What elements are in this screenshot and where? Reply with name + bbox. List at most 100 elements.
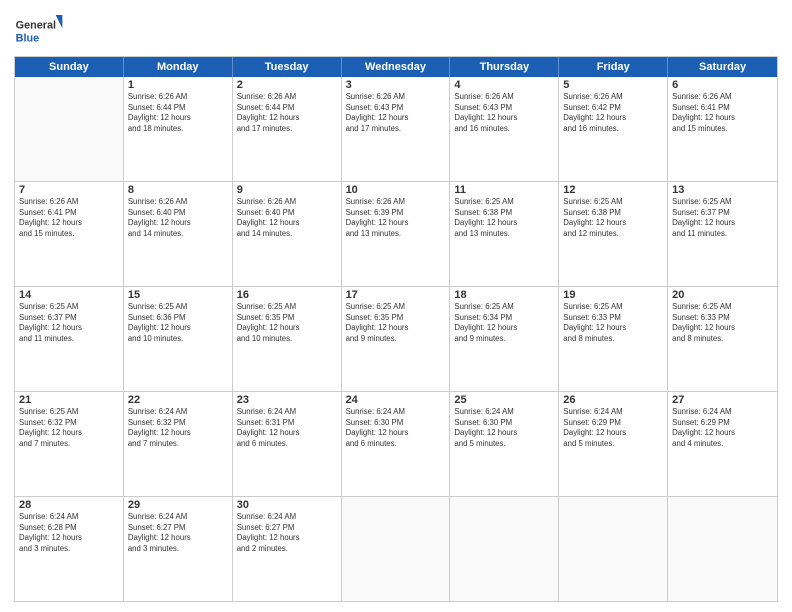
cell-info: Sunrise: 6:26 AM Sunset: 6:40 PM Dayligh… xyxy=(237,197,337,239)
cell-info: Sunrise: 6:26 AM Sunset: 6:41 PM Dayligh… xyxy=(19,197,119,239)
day-number: 28 xyxy=(19,499,119,511)
cell-info: Sunrise: 6:25 AM Sunset: 6:33 PM Dayligh… xyxy=(672,302,773,344)
day-number: 25 xyxy=(454,394,554,406)
day-number: 11 xyxy=(454,184,554,196)
day-number: 7 xyxy=(19,184,119,196)
cell-info: Sunrise: 6:24 AM Sunset: 6:27 PM Dayligh… xyxy=(237,512,337,554)
header: General Blue xyxy=(14,10,778,50)
day-number: 10 xyxy=(346,184,446,196)
cal-row-2: 14Sunrise: 6:25 AM Sunset: 6:37 PM Dayli… xyxy=(15,287,777,392)
day-number: 21 xyxy=(19,394,119,406)
day-number: 5 xyxy=(563,79,663,91)
cal-cell-10: 10Sunrise: 6:26 AM Sunset: 6:39 PM Dayli… xyxy=(342,182,451,286)
calendar: SundayMondayTuesdayWednesdayThursdayFrid… xyxy=(14,56,778,602)
header-day-monday: Monday xyxy=(124,57,233,77)
cal-cell-8: 8Sunrise: 6:26 AM Sunset: 6:40 PM Daylig… xyxy=(124,182,233,286)
cal-cell-26: 26Sunrise: 6:24 AM Sunset: 6:29 PM Dayli… xyxy=(559,392,668,496)
cell-info: Sunrise: 6:26 AM Sunset: 6:44 PM Dayligh… xyxy=(128,92,228,134)
logo-svg: General Blue xyxy=(14,10,64,50)
cal-row-0: 1Sunrise: 6:26 AM Sunset: 6:44 PM Daylig… xyxy=(15,77,777,182)
cell-info: Sunrise: 6:24 AM Sunset: 6:30 PM Dayligh… xyxy=(454,407,554,449)
cal-cell-9: 9Sunrise: 6:26 AM Sunset: 6:40 PM Daylig… xyxy=(233,182,342,286)
day-number: 30 xyxy=(237,499,337,511)
cal-cell-19: 19Sunrise: 6:25 AM Sunset: 6:33 PM Dayli… xyxy=(559,287,668,391)
day-number: 19 xyxy=(563,289,663,301)
cal-cell-25: 25Sunrise: 6:24 AM Sunset: 6:30 PM Dayli… xyxy=(450,392,559,496)
day-number: 23 xyxy=(237,394,337,406)
cal-cell-14: 14Sunrise: 6:25 AM Sunset: 6:37 PM Dayli… xyxy=(15,287,124,391)
day-number: 22 xyxy=(128,394,228,406)
cal-cell-30: 30Sunrise: 6:24 AM Sunset: 6:27 PM Dayli… xyxy=(233,497,342,601)
cal-cell-2: 2Sunrise: 6:26 AM Sunset: 6:44 PM Daylig… xyxy=(233,77,342,181)
day-number: 9 xyxy=(237,184,337,196)
day-number: 4 xyxy=(454,79,554,91)
cal-cell-24: 24Sunrise: 6:24 AM Sunset: 6:30 PM Dayli… xyxy=(342,392,451,496)
header-day-thursday: Thursday xyxy=(450,57,559,77)
cal-cell-16: 16Sunrise: 6:25 AM Sunset: 6:35 PM Dayli… xyxy=(233,287,342,391)
cal-cell-15: 15Sunrise: 6:25 AM Sunset: 6:36 PM Dayli… xyxy=(124,287,233,391)
cell-info: Sunrise: 6:24 AM Sunset: 6:31 PM Dayligh… xyxy=(237,407,337,449)
cal-cell-empty-4-6 xyxy=(668,497,777,601)
cal-cell-empty-4-3 xyxy=(342,497,451,601)
cal-cell-13: 13Sunrise: 6:25 AM Sunset: 6:37 PM Dayli… xyxy=(668,182,777,286)
cal-row-3: 21Sunrise: 6:25 AM Sunset: 6:32 PM Dayli… xyxy=(15,392,777,497)
header-day-wednesday: Wednesday xyxy=(342,57,451,77)
day-number: 26 xyxy=(563,394,663,406)
cell-info: Sunrise: 6:26 AM Sunset: 6:42 PM Dayligh… xyxy=(563,92,663,134)
cal-cell-23: 23Sunrise: 6:24 AM Sunset: 6:31 PM Dayli… xyxy=(233,392,342,496)
cal-cell-4: 4Sunrise: 6:26 AM Sunset: 6:43 PM Daylig… xyxy=(450,77,559,181)
cell-info: Sunrise: 6:25 AM Sunset: 6:34 PM Dayligh… xyxy=(454,302,554,344)
cell-info: Sunrise: 6:25 AM Sunset: 6:35 PM Dayligh… xyxy=(237,302,337,344)
cal-cell-12: 12Sunrise: 6:25 AM Sunset: 6:38 PM Dayli… xyxy=(559,182,668,286)
cal-cell-18: 18Sunrise: 6:25 AM Sunset: 6:34 PM Dayli… xyxy=(450,287,559,391)
cell-info: Sunrise: 6:25 AM Sunset: 6:35 PM Dayligh… xyxy=(346,302,446,344)
cal-cell-empty-0-0 xyxy=(15,77,124,181)
day-number: 13 xyxy=(672,184,773,196)
cal-cell-6: 6Sunrise: 6:26 AM Sunset: 6:41 PM Daylig… xyxy=(668,77,777,181)
day-number: 18 xyxy=(454,289,554,301)
page: General Blue SundayMondayTuesdayWednesda… xyxy=(0,0,792,612)
day-number: 17 xyxy=(346,289,446,301)
cal-cell-27: 27Sunrise: 6:24 AM Sunset: 6:29 PM Dayli… xyxy=(668,392,777,496)
day-number: 8 xyxy=(128,184,228,196)
day-number: 1 xyxy=(128,79,228,91)
cal-cell-11: 11Sunrise: 6:25 AM Sunset: 6:38 PM Dayli… xyxy=(450,182,559,286)
day-number: 27 xyxy=(672,394,773,406)
cell-info: Sunrise: 6:25 AM Sunset: 6:38 PM Dayligh… xyxy=(563,197,663,239)
cal-row-4: 28Sunrise: 6:24 AM Sunset: 6:28 PM Dayli… xyxy=(15,497,777,601)
logo: General Blue xyxy=(14,10,64,50)
cal-cell-5: 5Sunrise: 6:26 AM Sunset: 6:42 PM Daylig… xyxy=(559,77,668,181)
cell-info: Sunrise: 6:25 AM Sunset: 6:38 PM Dayligh… xyxy=(454,197,554,239)
cell-info: Sunrise: 6:26 AM Sunset: 6:43 PM Dayligh… xyxy=(346,92,446,134)
day-number: 15 xyxy=(128,289,228,301)
cell-info: Sunrise: 6:26 AM Sunset: 6:39 PM Dayligh… xyxy=(346,197,446,239)
cell-info: Sunrise: 6:25 AM Sunset: 6:37 PM Dayligh… xyxy=(19,302,119,344)
header-day-tuesday: Tuesday xyxy=(233,57,342,77)
day-number: 24 xyxy=(346,394,446,406)
header-day-saturday: Saturday xyxy=(668,57,777,77)
cal-cell-17: 17Sunrise: 6:25 AM Sunset: 6:35 PM Dayli… xyxy=(342,287,451,391)
cal-cell-7: 7Sunrise: 6:26 AM Sunset: 6:41 PM Daylig… xyxy=(15,182,124,286)
cell-info: Sunrise: 6:25 AM Sunset: 6:37 PM Dayligh… xyxy=(672,197,773,239)
day-number: 16 xyxy=(237,289,337,301)
cell-info: Sunrise: 6:25 AM Sunset: 6:36 PM Dayligh… xyxy=(128,302,228,344)
cell-info: Sunrise: 6:24 AM Sunset: 6:27 PM Dayligh… xyxy=(128,512,228,554)
cal-cell-20: 20Sunrise: 6:25 AM Sunset: 6:33 PM Dayli… xyxy=(668,287,777,391)
cal-cell-1: 1Sunrise: 6:26 AM Sunset: 6:44 PM Daylig… xyxy=(124,77,233,181)
cal-cell-empty-4-5 xyxy=(559,497,668,601)
svg-text:Blue: Blue xyxy=(16,33,39,45)
day-number: 14 xyxy=(19,289,119,301)
calendar-header: SundayMondayTuesdayWednesdayThursdayFrid… xyxy=(15,57,777,77)
day-number: 12 xyxy=(563,184,663,196)
day-number: 20 xyxy=(672,289,773,301)
cell-info: Sunrise: 6:24 AM Sunset: 6:28 PM Dayligh… xyxy=(19,512,119,554)
cal-cell-3: 3Sunrise: 6:26 AM Sunset: 6:43 PM Daylig… xyxy=(342,77,451,181)
day-number: 29 xyxy=(128,499,228,511)
day-number: 2 xyxy=(237,79,337,91)
cell-info: Sunrise: 6:26 AM Sunset: 6:43 PM Dayligh… xyxy=(454,92,554,134)
cell-info: Sunrise: 6:24 AM Sunset: 6:29 PM Dayligh… xyxy=(672,407,773,449)
header-day-sunday: Sunday xyxy=(15,57,124,77)
day-number: 6 xyxy=(672,79,773,91)
cell-info: Sunrise: 6:25 AM Sunset: 6:33 PM Dayligh… xyxy=(563,302,663,344)
cell-info: Sunrise: 6:24 AM Sunset: 6:32 PM Dayligh… xyxy=(128,407,228,449)
